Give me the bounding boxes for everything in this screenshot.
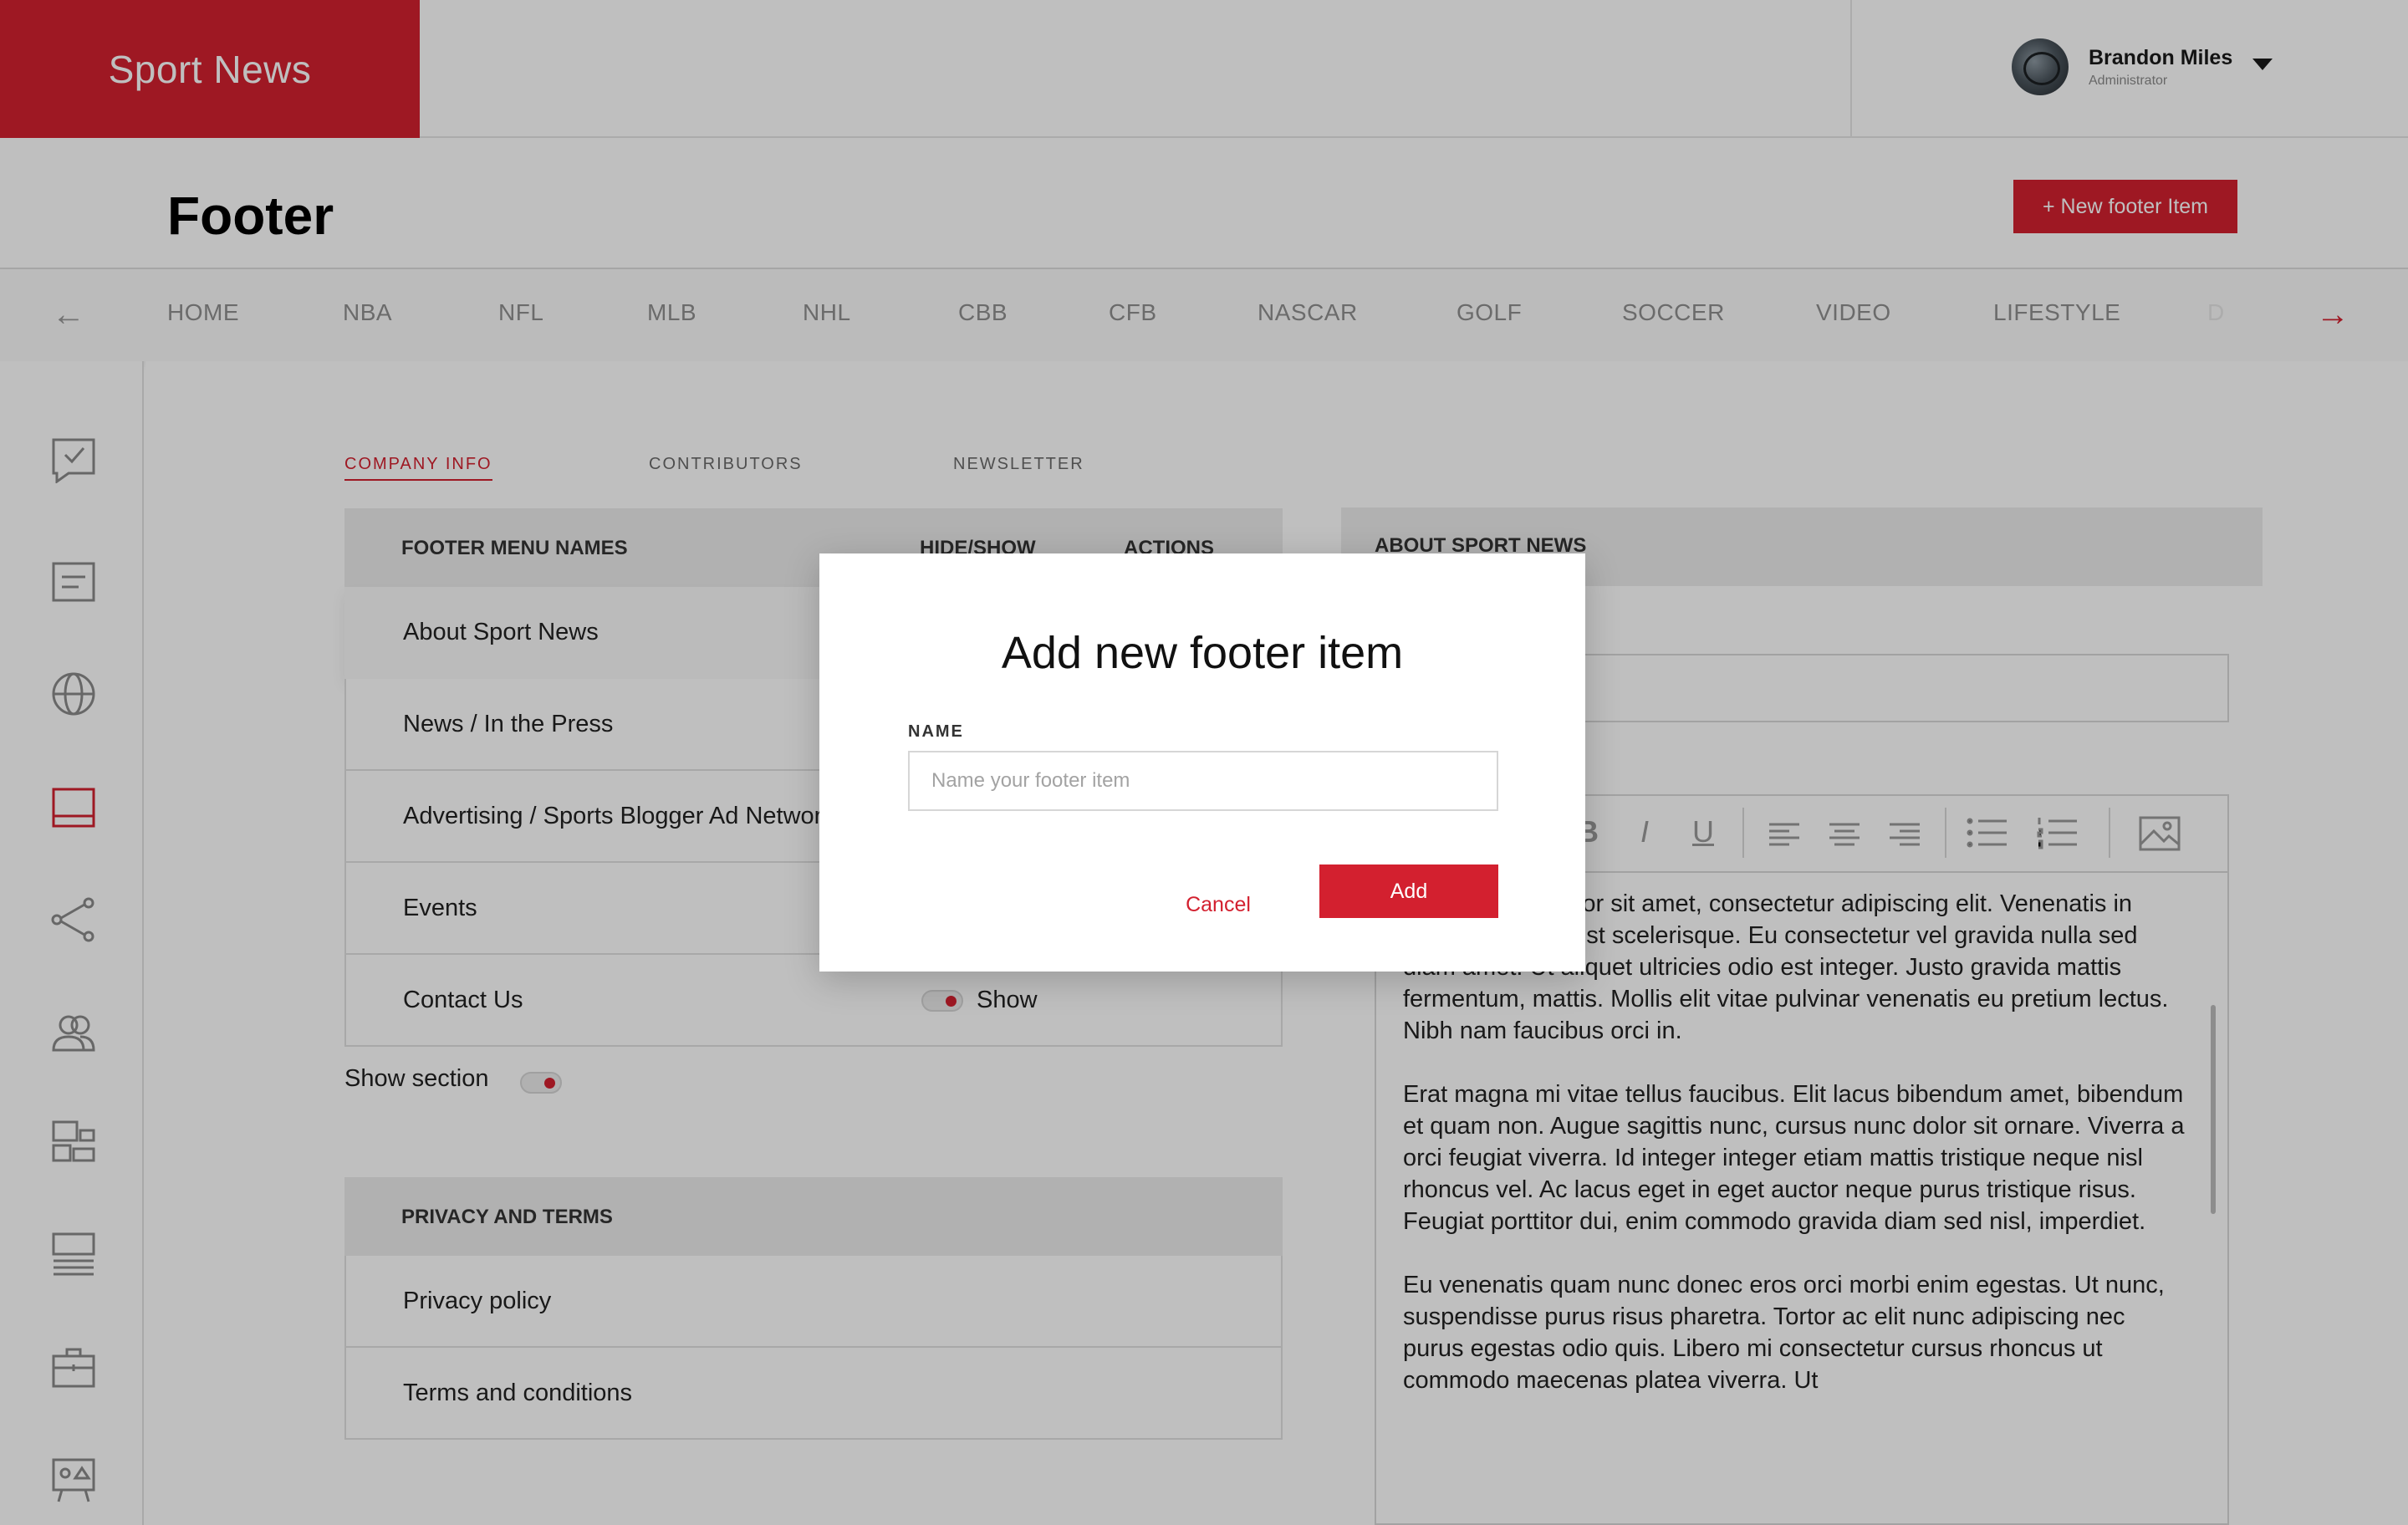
add-footer-item-dialog: Add new footer item NAME Cancel Add [819, 553, 1585, 972]
name-input[interactable] [908, 751, 1498, 811]
name-field-label: NAME [908, 722, 964, 741]
add-button[interactable]: Add [1319, 865, 1498, 918]
cancel-button[interactable]: Cancel [1164, 878, 1273, 931]
dialog-title: Add new footer item [1001, 628, 1404, 678]
